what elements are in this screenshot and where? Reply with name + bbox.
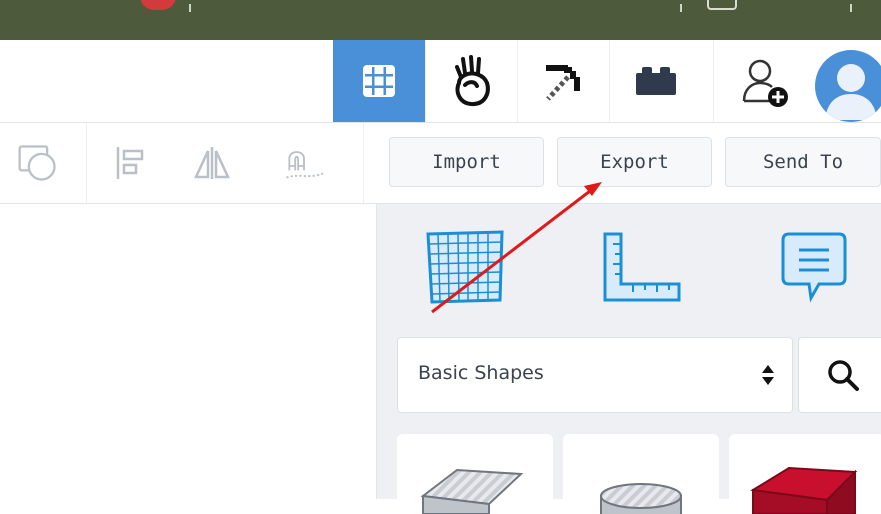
- export-button[interactable]: Export: [557, 137, 712, 187]
- brick-button[interactable]: [609, 40, 701, 122]
- shape-category-value: Basic Shapes: [418, 362, 544, 384]
- red-box-shape-icon: [750, 466, 858, 514]
- ruler-button[interactable]: [599, 230, 683, 306]
- group-icon: [18, 145, 56, 181]
- window-title-bar: [0, 0, 881, 40]
- shape-card-red-box[interactable]: [729, 434, 881, 514]
- add-user-icon: [742, 59, 788, 107]
- app-icon-fragment: [140, 0, 176, 10]
- cylinder-shape-icon: [600, 483, 682, 514]
- shape-category-select[interactable]: Basic Shapes: [397, 337, 793, 413]
- toolbar-divider: [86, 123, 87, 203]
- edit-toolbar: Import Export Send To: [0, 123, 881, 204]
- app-header: [0, 40, 881, 123]
- tick-mark: [680, 4, 682, 12]
- notes-icon: [781, 232, 847, 303]
- search-icon: [828, 360, 859, 391]
- import-button[interactable]: Import: [389, 137, 544, 187]
- shape-card-box[interactable]: [397, 434, 553, 514]
- box-shape-icon: [420, 468, 524, 514]
- cruise-button[interactable]: [282, 141, 326, 185]
- workplane-icon: [426, 230, 504, 304]
- shape-card-cylinder[interactable]: [563, 434, 719, 514]
- grid-view-icon: [363, 65, 395, 97]
- align-button[interactable]: [108, 141, 152, 185]
- workplane-button[interactable]: [421, 226, 507, 306]
- ruler-icon: [603, 232, 681, 302]
- pickaxe-button[interactable]: [517, 40, 609, 122]
- workplane-canvas[interactable]: [0, 204, 376, 499]
- cruise-icon: [286, 151, 324, 179]
- shapes-panel: Basic Shapes: [376, 204, 881, 514]
- tinkercad-hand-icon: [454, 55, 490, 107]
- pickaxe-icon: [545, 65, 580, 101]
- toolbar-divider: [363, 123, 364, 203]
- tick-mark: [850, 4, 852, 12]
- add-user-button[interactable]: [713, 40, 813, 122]
- notes-button[interactable]: [777, 228, 851, 304]
- tab-fragment: [707, 0, 737, 10]
- user-avatar[interactable]: [815, 50, 881, 122]
- brick-icon: [635, 67, 676, 95]
- select-arrows-icon: [762, 365, 774, 385]
- send-to-button[interactable]: Send To: [725, 137, 881, 187]
- tinkercad-hand-button[interactable]: [425, 40, 517, 122]
- shape-search-button[interactable]: [798, 337, 881, 413]
- grid-view-button[interactable]: [333, 40, 425, 122]
- tick-mark: [189, 4, 191, 12]
- group-button[interactable]: [16, 141, 60, 185]
- mirror-icon: [194, 147, 230, 179]
- mirror-button[interactable]: [190, 141, 234, 185]
- align-icon: [116, 147, 144, 179]
- avatar-icon: [825, 64, 877, 120]
